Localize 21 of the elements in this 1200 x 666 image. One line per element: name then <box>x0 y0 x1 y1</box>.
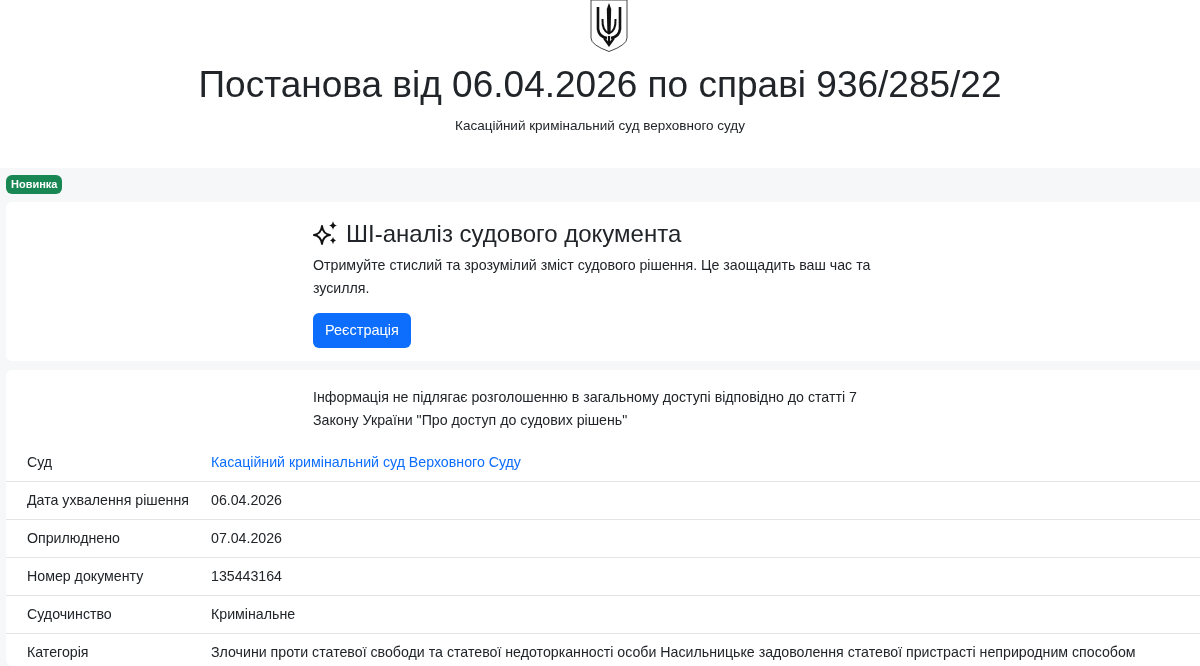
notice-text: Інформація не підлягає розголошенню в загальному доступі відповідно до статті 7 Закону України "Про доступ до судових рішень" <box>313 388 858 430</box>
field-value: 06.04.2026 <box>211 492 282 508</box>
sparkles-icon <box>313 221 339 246</box>
page-title: Постанова від 06.04.2026 по справі 936/285/22 <box>198 63 1002 107</box>
court-subtitle: Касаційний кримінальний суд верховного суду <box>455 117 745 135</box>
field-value: Злочини проти статевої свободи та статевої недоторканності особи Насильницьке задоволення статевої пристрасті неприродним способом <box>211 644 1136 660</box>
new-badge: Новинка <box>6 175 63 194</box>
promo-description: Отримуйте стислий та зрозумілий зміст судового рішення. Це заощадить ваш час та зусилля. <box>313 256 872 298</box>
field-label: Категорія <box>27 643 90 662</box>
court-link[interactable]: Касаційний кримінальний суд Верховного Суду <box>211 454 521 470</box>
field-value: 07.04.2026 <box>211 530 282 546</box>
register-button[interactable]: Реєстрація <box>313 313 411 348</box>
field-value: Кримінальне <box>211 606 296 622</box>
field-label: Суд <box>27 453 54 472</box>
field-value: 135443164 <box>211 568 282 584</box>
field-label: Дата ухвалення рішення <box>27 491 190 510</box>
field-label: Номер документу <box>27 567 145 586</box>
trident-shield-icon <box>590 0 628 52</box>
field-label: Судочинство <box>27 605 113 624</box>
promo-heading: ШІ-аналіз судового документа <box>346 219 682 248</box>
field-label: Оприлюднено <box>27 529 121 548</box>
